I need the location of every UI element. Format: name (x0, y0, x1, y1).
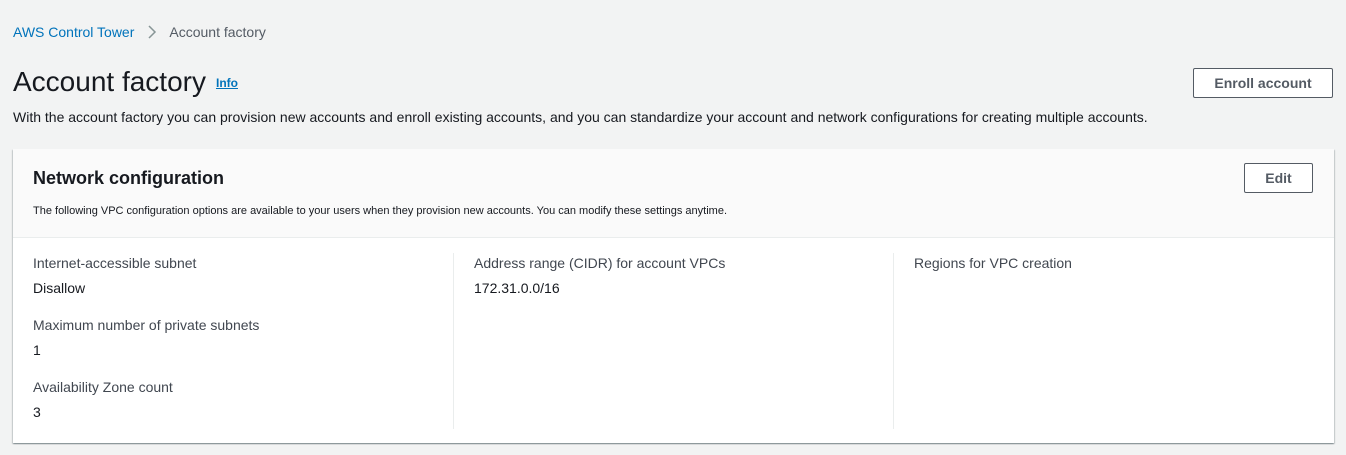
kv-cidr: Address range (CIDR) for account VPCs 17… (474, 254, 893, 297)
panel-description: The following VPC configuration options … (33, 205, 728, 217)
panel-title: Network configuration (33, 168, 225, 188)
enroll-account-button[interactable]: Enroll account (1193, 68, 1333, 98)
column-3: Regions for VPC creation (893, 238, 1334, 443)
kv-label: Address range (CIDR) for account VPCs (474, 255, 726, 271)
kv-value: 3 (33, 404, 41, 420)
kv-label: Internet-accessible subnet (33, 255, 197, 271)
page-title: Account factory (13, 66, 206, 97)
kv-label: Regions for VPC creation (914, 255, 1072, 271)
column-divider (453, 253, 454, 429)
kv-max-private-subnets: Maximum number of private subnets 1 (33, 316, 453, 359)
breadcrumb-current: Account factory (169, 24, 266, 40)
page-header: Account factory Info (13, 66, 238, 98)
kv-label: Availability Zone count (33, 379, 173, 395)
kv-az-count: Availability Zone count 3 (33, 378, 453, 421)
kv-regions: Regions for VPC creation (914, 254, 1334, 272)
key-value-columns: Internet-accessible subnet Disallow Maxi… (13, 238, 1334, 443)
kv-value: 172.31.0.0/16 (474, 280, 560, 296)
panel-header: Network configuration The following VPC … (13, 149, 1334, 238)
breadcrumb: AWS Control Tower Account factory (13, 24, 266, 40)
kv-label: Maximum number of private subnets (33, 317, 260, 333)
page-description: With the account factory you can provisi… (13, 109, 1148, 125)
kv-internet-subnet: Internet-accessible subnet Disallow (33, 254, 453, 297)
chevron-right-icon (148, 25, 157, 39)
kv-value: 1 (33, 342, 41, 358)
breadcrumb-link-control-tower[interactable]: AWS Control Tower (13, 24, 134, 40)
edit-button[interactable]: Edit (1244, 163, 1313, 193)
info-link[interactable]: Info (216, 76, 238, 90)
column-2: Address range (CIDR) for account VPCs 17… (453, 238, 893, 443)
column-divider (893, 253, 894, 429)
column-1: Internet-accessible subnet Disallow Maxi… (13, 238, 453, 443)
kv-value: Disallow (33, 280, 86, 296)
network-configuration-panel: Network configuration The following VPC … (13, 149, 1334, 443)
